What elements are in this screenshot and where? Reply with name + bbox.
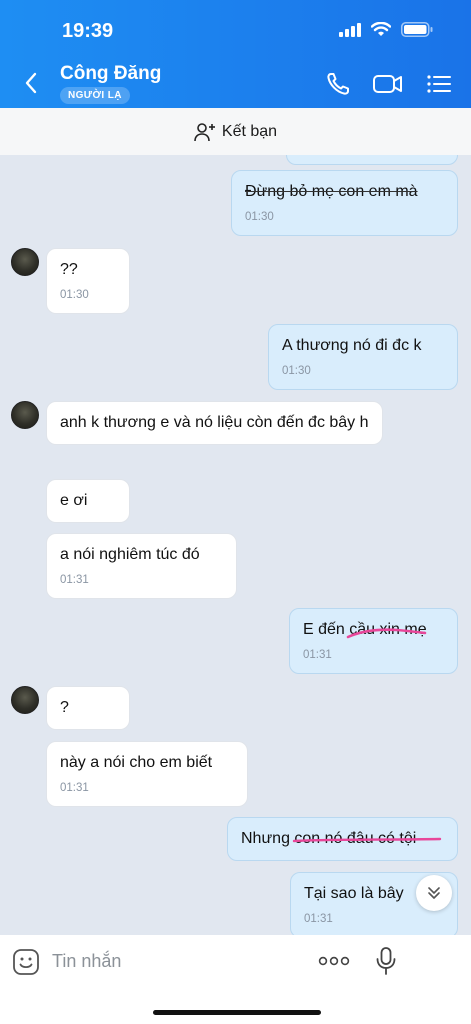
message-bubble-out[interactable]: Đừng bỏ mẹ con em mà 01:30 — [231, 170, 458, 237]
wifi-icon — [371, 22, 391, 36]
message-text: A thương nó đi đc k — [282, 337, 422, 354]
signal-icon — [339, 22, 361, 37]
message-bubble-out[interactable]: A thương nó đi đc k 01:30 — [268, 324, 458, 391]
message-bubble-in[interactable]: anh k thương e và nó liệu còn đến đc bây… — [46, 401, 383, 446]
message-time: 01:31 — [304, 913, 333, 926]
message-text: Đừng bỏ mẹ con em mà — [245, 183, 418, 200]
message-text: a nói nghiêm túc đó — [60, 546, 200, 563]
avatar[interactable] — [11, 686, 39, 714]
message-text: ?? — [60, 261, 78, 278]
microphone-icon[interactable] — [375, 946, 397, 976]
message-list[interactable]: Đừng bỏ mẹ con em mà 01:30 ?? 01:30 A th… — [0, 155, 471, 935]
phone-icon[interactable] — [324, 70, 352, 98]
message-time: 01:31 — [303, 649, 332, 662]
message-text: E đến cầu xin mẹ — [303, 621, 427, 639]
message-time: 01:31 — [60, 574, 89, 587]
message-text: ? — [60, 699, 69, 716]
add-friend-button[interactable]: Kết bạn — [0, 108, 471, 155]
add-person-icon — [194, 122, 215, 141]
home-indicator — [153, 1010, 321, 1015]
stranger-badge: NGƯỜI LẠ — [60, 87, 130, 104]
contact-name[interactable]: Công Đăng — [60, 63, 161, 85]
message-bubble-in[interactable]: ? — [46, 686, 130, 731]
pink-scribble-mark — [346, 628, 427, 639]
message-input[interactable]: Tin nhắn — [52, 951, 121, 972]
pink-strike-line — [293, 837, 442, 843]
message-text: e ơi — [60, 492, 88, 509]
message-bubble-out[interactable]: Nhưng con nó đâu có tội — [227, 817, 458, 862]
message-text-plain: Nhưng — [241, 830, 295, 847]
message-text: này a nói cho em biết — [60, 754, 213, 771]
message-bubble-in[interactable]: e ơi — [46, 479, 130, 524]
scroll-to-bottom-button[interactable] — [416, 875, 452, 911]
message-bubble-partial — [286, 155, 458, 165]
chat-header: 19:39 Công Đăng NGƯỜI LẠ — [0, 0, 471, 108]
message-bubble-in[interactable]: a nói nghiêm túc đó 01:31 — [46, 533, 237, 600]
add-friend-label: Kết bạn — [221, 122, 278, 140]
message-bubble-out[interactable]: E đến cầu xin mẹ 01:31 — [289, 608, 458, 675]
more-options-icon[interactable] — [318, 955, 350, 967]
battery-icon — [401, 22, 433, 37]
double-chevron-down-icon — [428, 887, 440, 899]
status-time: 19:39 — [62, 20, 114, 42]
menu-list-icon[interactable] — [425, 70, 453, 98]
status-icons — [339, 22, 433, 37]
message-bubble-in[interactable]: này a nói cho em biết 01:31 — [46, 741, 248, 808]
message-text: anh k thương e và nó liệu còn đến đc bây… — [60, 414, 369, 431]
message-bubble-in[interactable]: ?? 01:30 — [46, 248, 130, 315]
message-text: Tại sao là bây — [304, 885, 404, 902]
message-time: 01:30 — [60, 289, 89, 302]
back-icon[interactable] — [20, 70, 44, 96]
sticker-icon[interactable] — [12, 948, 40, 976]
message-time: 01:30 — [245, 211, 274, 224]
message-time: 01:31 — [60, 782, 89, 795]
message-text-struck: con nó đâu có tội — [293, 830, 442, 847]
avatar[interactable] — [11, 401, 39, 429]
video-call-icon[interactable] — [372, 70, 404, 98]
message-time: 01:30 — [282, 365, 311, 378]
avatar[interactable] — [11, 248, 39, 276]
